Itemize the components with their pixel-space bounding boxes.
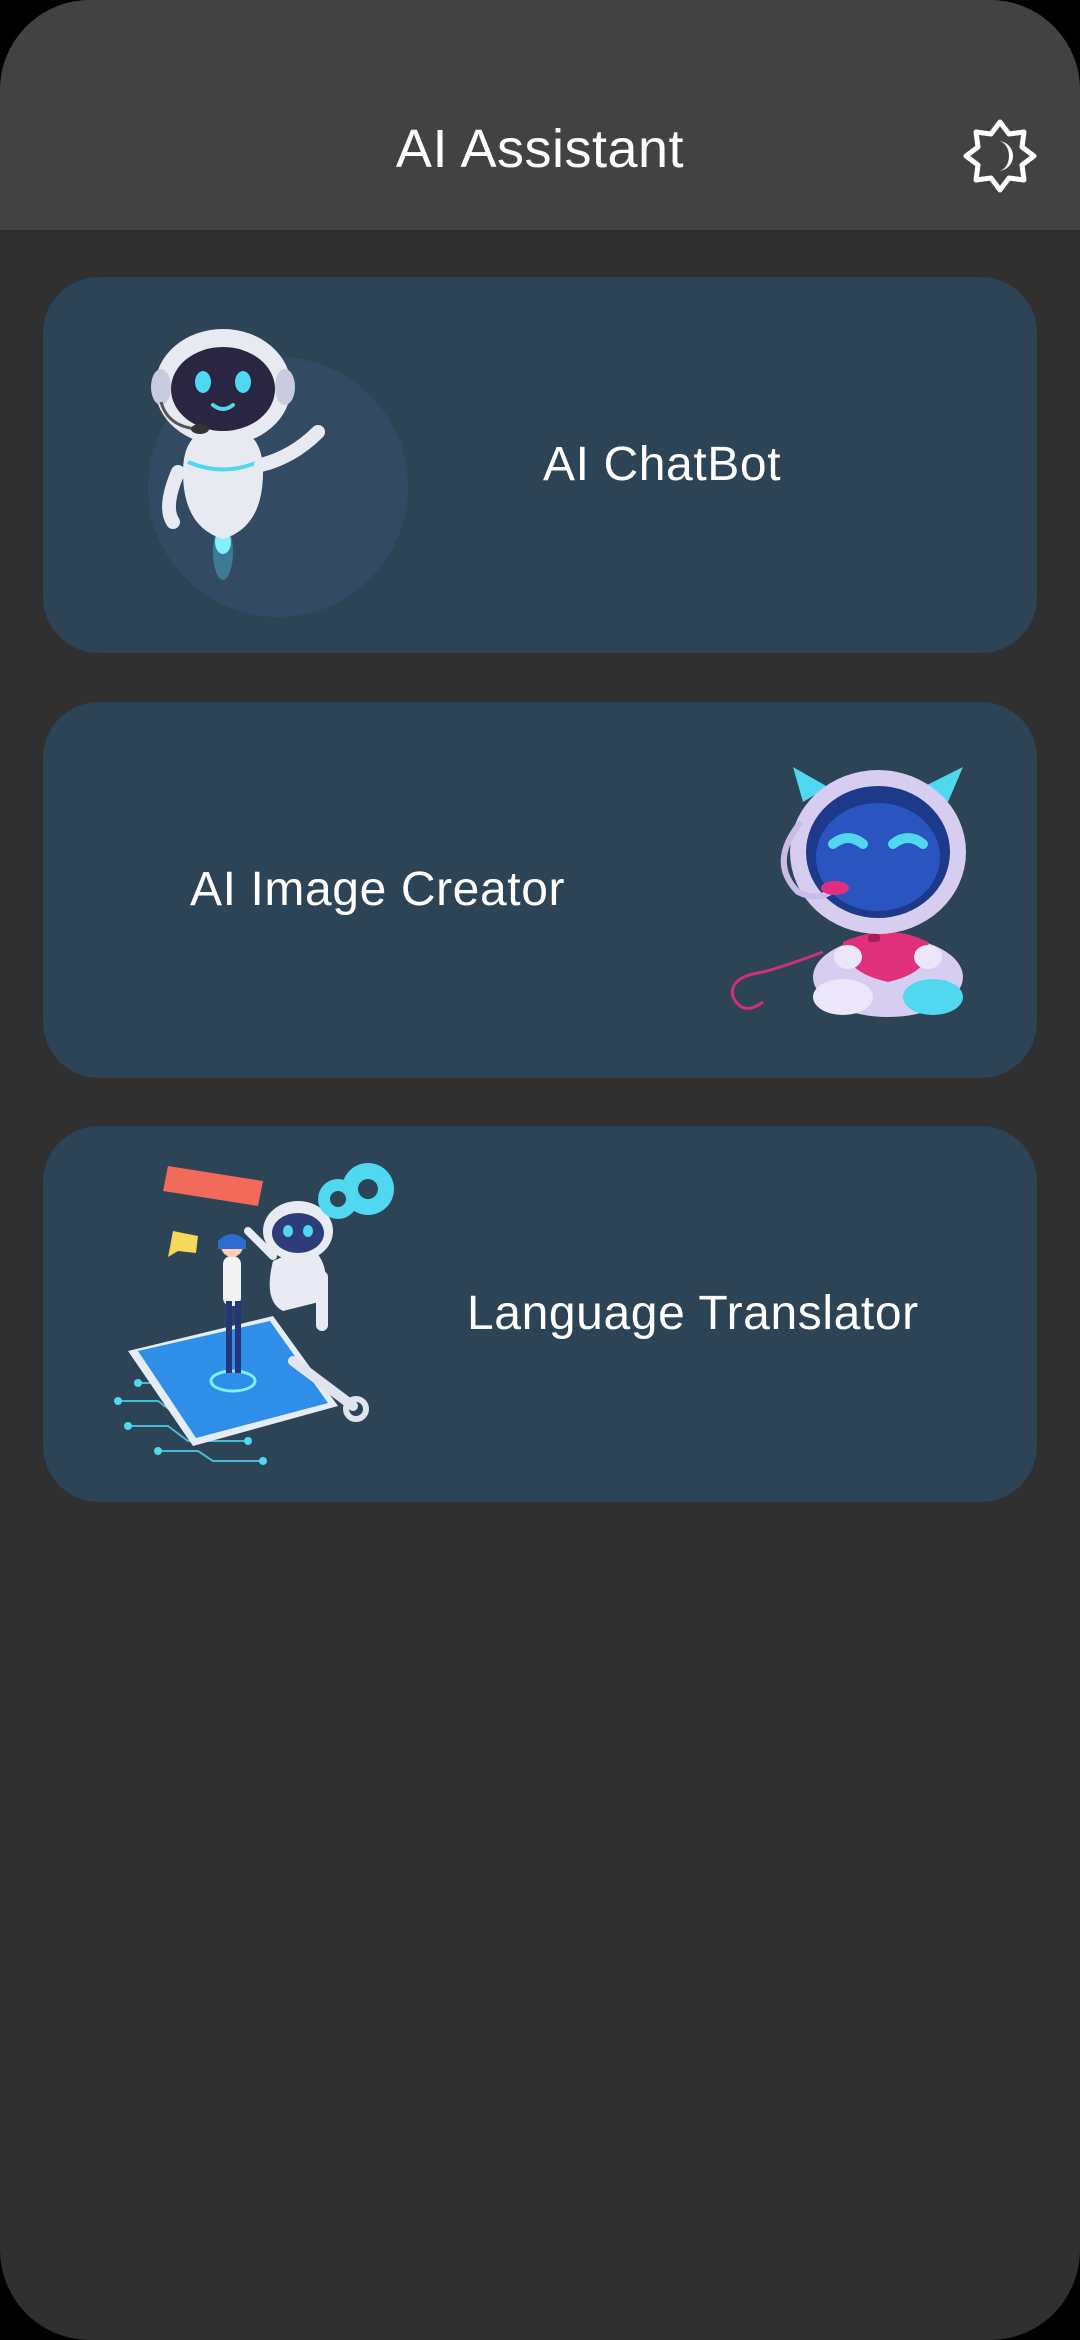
- card-label: AI Image Creator: [190, 863, 566, 916]
- app-bar: AI Assistant: [0, 0, 1080, 232]
- card-ai-chatbot[interactable]: AI ChatBot: [43, 277, 1037, 653]
- gamer-robot-illustration: [730, 767, 966, 1017]
- card-label: Language Translator: [467, 1287, 919, 1340]
- card-language-translator[interactable]: Language Translator: [43, 1126, 1037, 1502]
- translator-robot-illustration: [114, 1163, 394, 1465]
- card-ai-image-creator[interactable]: AI Image Creator: [43, 702, 1037, 1078]
- chatbot-robot-illustration: [148, 329, 408, 617]
- page-title: AI Assistant: [395, 119, 685, 179]
- card-label: AI ChatBot: [543, 438, 782, 491]
- app-screen: AI Assistant AI ChatBot AI Image Creator…: [0, 0, 1080, 2340]
- brightness-icon[interactable]: [962, 118, 1038, 194]
